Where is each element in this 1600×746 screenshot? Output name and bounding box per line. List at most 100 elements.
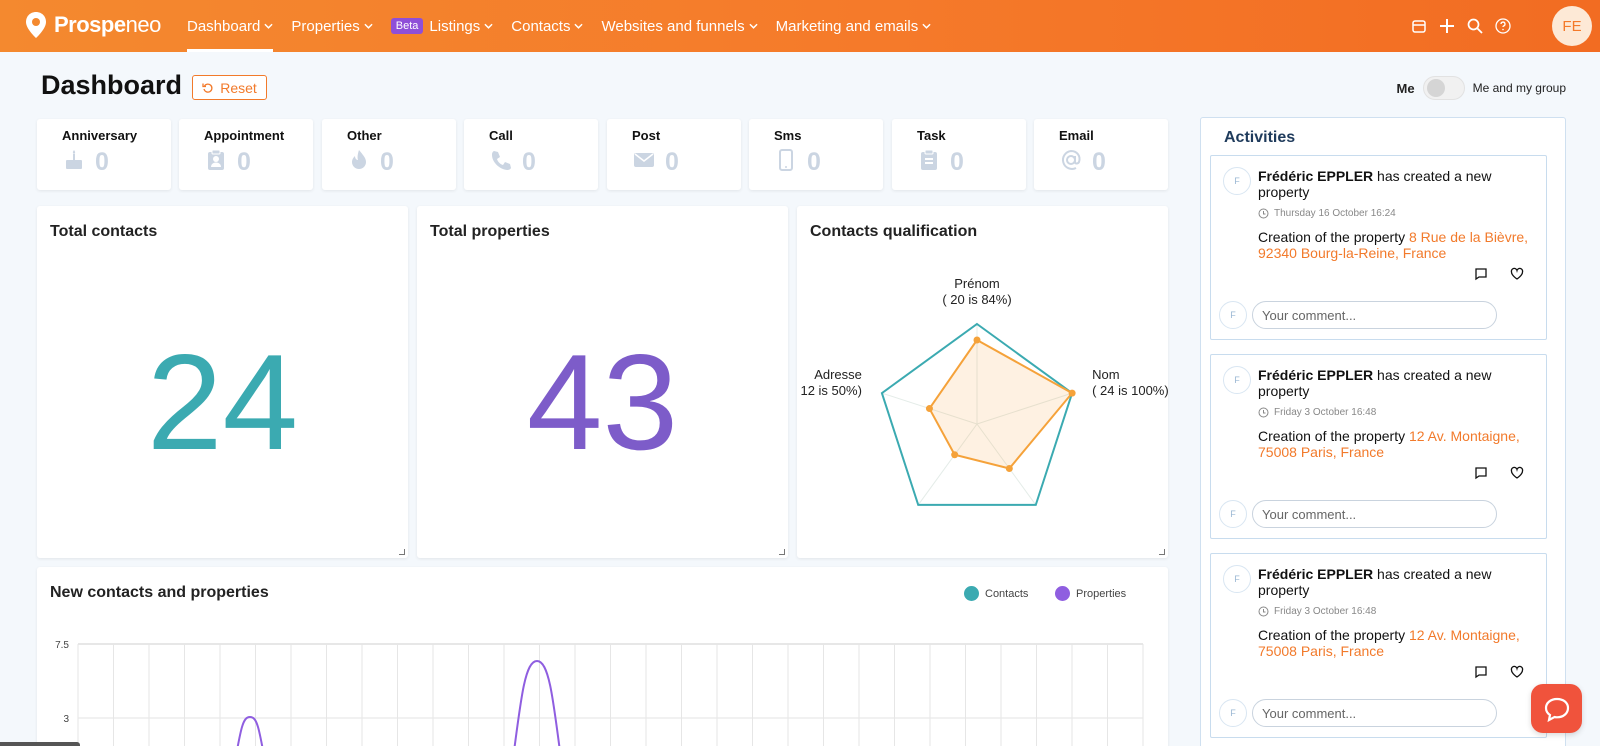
stat-value: 0 xyxy=(950,148,964,176)
activity-date: Friday 3 October 16:48 xyxy=(1258,407,1376,418)
switch-knob xyxy=(1426,79,1445,97)
properties-series-line xyxy=(513,659,561,746)
activity-body: Creation of the property 12 Av. Montaign… xyxy=(1258,627,1538,659)
nav-contacts-label: Contacts xyxy=(511,17,571,35)
nav-properties[interactable]: Properties xyxy=(291,0,373,52)
activity-headline: Frédéric EPPLER has created a new proper… xyxy=(1258,168,1528,200)
chevron-down-icon xyxy=(364,23,373,29)
main-nav: Dashboard Properties Beta Listings Conta… xyxy=(187,0,949,52)
activity-body: Creation of the property 8 Rue de la Biè… xyxy=(1258,229,1538,261)
nav-marketing-and-emails[interactable]: Marketing and emails xyxy=(776,0,932,52)
heart-icon[interactable] xyxy=(1510,665,1524,679)
stat-value: 0 xyxy=(1092,148,1106,176)
activity-author[interactable]: Frédéric EPPLER xyxy=(1258,367,1373,383)
stat-card-other[interactable]: Other 0 xyxy=(322,119,456,190)
radar-chart: Prénom( 20 is 84%)Nom( 24 is 100%)Email(… xyxy=(797,276,1168,506)
stat-card-post[interactable]: Post 0 xyxy=(607,119,741,190)
total-properties-title: Total properties xyxy=(430,223,550,240)
resize-handle[interactable] xyxy=(399,549,405,555)
chevron-down-icon xyxy=(922,23,931,29)
stat-card-task[interactable]: Task 0 xyxy=(892,119,1026,190)
reset-label: Reset xyxy=(220,79,257,96)
support-chat-button[interactable] xyxy=(1531,684,1582,733)
reset-button[interactable]: Reset xyxy=(192,75,267,100)
chevron-down-icon xyxy=(264,23,273,29)
nav-dashboard[interactable]: Dashboard xyxy=(187,0,274,52)
contacts-qualification-panel: Contacts qualification Prénom( 20 is 84%… xyxy=(797,206,1168,558)
calendar-icon[interactable] xyxy=(1410,17,1428,35)
top-navigation-bar: Prospeneo Dashboard Properties Beta List… xyxy=(0,0,1600,52)
stat-label: Appointment xyxy=(204,128,285,143)
activity-avatar: F xyxy=(1223,366,1251,394)
prospeneo-logo[interactable]: Prospeneo xyxy=(24,10,161,40)
nav-contacts[interactable]: Contacts xyxy=(511,0,584,52)
comment-row: F xyxy=(1219,301,1497,329)
scope-switch[interactable] xyxy=(1422,76,1465,100)
activity-date-text: Friday 3 October 16:48 xyxy=(1274,407,1377,418)
comment-row: F xyxy=(1219,500,1497,528)
logo-text: Prospeneo xyxy=(54,12,161,37)
stat-card-call[interactable]: Call 0 xyxy=(464,119,598,190)
heart-icon[interactable] xyxy=(1510,267,1524,281)
activity-card: F Frédéric EPPLER has created a new prop… xyxy=(1210,155,1547,340)
resize-handle[interactable] xyxy=(779,549,785,555)
user-avatar[interactable]: FE xyxy=(1552,6,1592,46)
radar-axis-value: ( 12 is 50%) xyxy=(797,383,862,398)
nav-websites-label: Websites and funnels xyxy=(601,17,745,35)
activity-headline: Frédéric EPPLER has created a new proper… xyxy=(1258,566,1528,598)
y-tick-label: 3 xyxy=(63,714,69,725)
radar-point xyxy=(1005,464,1013,472)
stat-card-email[interactable]: Email 0 xyxy=(1034,119,1168,190)
nav-marketing-label: Marketing and emails xyxy=(775,17,919,35)
activity-author[interactable]: Frédéric EPPLER xyxy=(1258,168,1373,184)
stat-value: 0 xyxy=(522,148,536,176)
heart-icon[interactable] xyxy=(1510,466,1524,480)
activity-avatar: F xyxy=(1223,565,1251,593)
stat-card-anniversary[interactable]: Anniversary 0 xyxy=(37,119,171,190)
radar-point xyxy=(925,405,933,413)
comment-icon[interactable] xyxy=(1474,466,1488,480)
qualification-title: Contacts qualification xyxy=(810,223,978,240)
properties-series-line xyxy=(236,715,264,746)
beta-badge: Beta xyxy=(390,18,424,34)
radar-point xyxy=(1068,389,1076,397)
chat-bubble-icon xyxy=(1544,697,1569,722)
reset-icon xyxy=(202,83,213,93)
nav-dashboard-label: Dashboard xyxy=(187,17,261,35)
activity-author[interactable]: Frédéric EPPLER xyxy=(1258,566,1373,582)
activity-card: F Frédéric EPPLER has created a new prop… xyxy=(1210,553,1547,738)
comment-input[interactable] xyxy=(1252,500,1497,528)
radar-axis-label: Adresse xyxy=(814,367,862,382)
toggle-group-label: Me and my group xyxy=(1472,81,1566,95)
at-icon xyxy=(1062,149,1081,170)
activity-date-text: Thursday 16 October 16:24 xyxy=(1274,208,1396,219)
activity-actions xyxy=(1474,267,1524,281)
total-contacts-title: Total contacts xyxy=(50,223,158,240)
radar-point xyxy=(951,451,959,459)
comment-input[interactable] xyxy=(1252,301,1497,329)
stat-card-appointment[interactable]: Appointment 0 xyxy=(179,119,313,190)
nav-websites-and-funnels[interactable]: Websites and funnels xyxy=(601,0,758,52)
search-icon[interactable] xyxy=(1466,17,1484,35)
fire-icon xyxy=(352,150,366,169)
scroll-indicator[interactable] xyxy=(0,742,80,746)
plus-icon[interactable] xyxy=(1438,17,1456,35)
stat-value: 0 xyxy=(95,148,109,176)
activity-body-text: Creation of the property xyxy=(1258,627,1409,643)
help-icon[interactable] xyxy=(1494,17,1512,35)
page-title: Dashboard xyxy=(41,70,183,100)
nav-listings[interactable]: Beta Listings xyxy=(390,0,494,52)
commenter-avatar: F xyxy=(1219,699,1247,727)
comment-input[interactable] xyxy=(1252,699,1497,727)
phone-icon xyxy=(492,151,511,170)
top-actions: FE xyxy=(1410,0,1600,52)
nav-listings-label: Listings xyxy=(429,17,481,35)
comment-icon[interactable] xyxy=(1474,665,1488,679)
radar-axis-value: ( 20 is 84%) xyxy=(942,292,1011,307)
comment-icon[interactable] xyxy=(1474,267,1488,281)
activity-body-text: Creation of the property xyxy=(1258,428,1409,444)
total-contacts-value: 24 xyxy=(146,326,299,478)
total-properties-panel: Total properties 43 xyxy=(417,206,788,558)
resize-handle[interactable] xyxy=(1159,549,1165,555)
stat-card-sms[interactable]: Sms 0 xyxy=(749,119,883,190)
